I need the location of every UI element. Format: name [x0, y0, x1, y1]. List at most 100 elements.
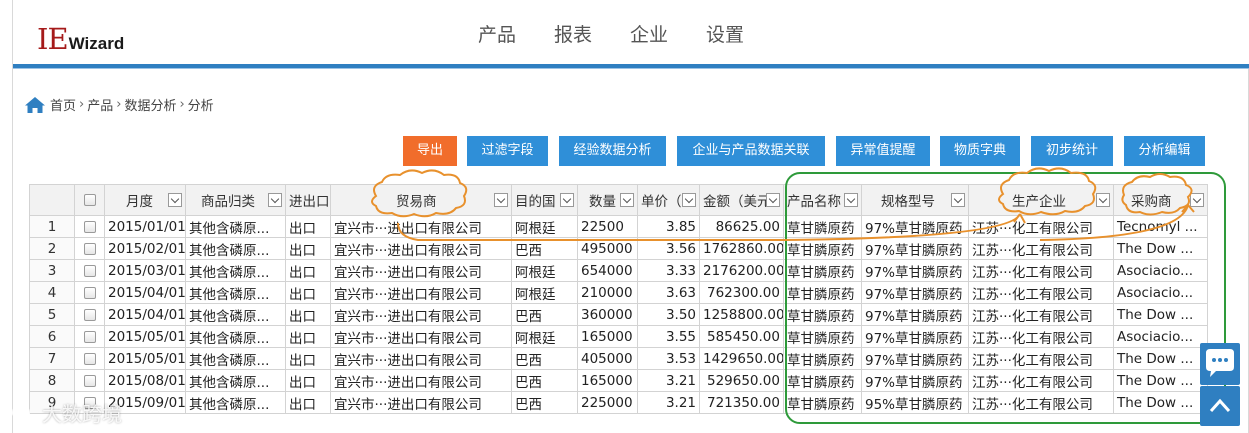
row-select-cell[interactable] — [74, 303, 105, 326]
table-row[interactable]: 7 2015/05/01 其他含磷原... 出口 宜兴市···进出口有限公司 巴西 4050… — [29, 347, 1208, 370]
cell-unit-price: 3.56 — [637, 237, 700, 260]
substance-dictionary-button[interactable]: 物质字典 — [940, 136, 1020, 166]
header-buyer[interactable]: 采购商 — [1113, 184, 1208, 216]
cell-destination: 巴西 — [511, 237, 578, 260]
chevron-down-icon[interactable] — [560, 193, 574, 207]
cell-manufacturer: 江苏···化工有限公司 — [968, 237, 1114, 260]
empirical-analysis-button[interactable]: 经验数据分析 — [559, 136, 666, 166]
chevron-down-icon[interactable] — [268, 193, 282, 207]
cell-destination: 阿根廷 — [511, 215, 578, 238]
breadcrumb-data-analysis[interactable]: 数据分析 — [124, 95, 176, 114]
table-row[interactable]: 1 2015/01/01 其他含磷原... 出口 宜兴市···进出口有限公司 阿根廷 225… — [29, 215, 1208, 238]
cell-buyer: Tecnomyl ... — [1113, 215, 1208, 238]
row-select-cell[interactable] — [74, 325, 105, 348]
chevron-down-icon[interactable] — [168, 193, 182, 207]
cell-unit-price: 3.55 — [637, 325, 700, 348]
export-button[interactable]: 导出 — [403, 136, 457, 166]
row-checkbox[interactable] — [83, 374, 96, 387]
chevron-down-icon[interactable] — [844, 193, 858, 207]
breadcrumb-products[interactable]: 产品 — [87, 95, 113, 114]
row-checkbox[interactable] — [83, 220, 96, 233]
header-manufacturer[interactable]: 生产企业 — [968, 184, 1114, 216]
chevron-down-icon[interactable] — [682, 193, 696, 207]
header-destination[interactable]: 目的国 — [511, 184, 578, 216]
row-checkbox[interactable] — [83, 264, 96, 277]
cell-month: 2015/01/01 — [104, 215, 186, 238]
preliminary-stats-button[interactable]: 初步统计 — [1031, 136, 1113, 166]
analysis-edit-button[interactable]: 分析编辑 — [1124, 136, 1205, 166]
chevron-down-icon[interactable] — [1190, 193, 1204, 207]
table-row[interactable]: 8 2015/08/01 其他含磷原... 出口 宜兴市···进出口有限公司 巴西 1650… — [29, 369, 1208, 392]
table-row[interactable]: 4 2015/04/01 其他含磷原... 出口 宜兴市···进出口有限公司 阿根廷 210… — [29, 281, 1208, 304]
header-rownum — [29, 184, 75, 216]
cell-quantity: 165000 — [577, 369, 638, 392]
table-row[interactable]: 6 2015/05/01 其他含磷原... 出口 宜兴市···进出口有限公司 阿根廷 165… — [29, 325, 1208, 348]
back-to-top-button[interactable] — [1200, 386, 1240, 426]
cell-trader: 宜兴市···进出口有限公司 — [330, 303, 512, 326]
nav-companies[interactable]: 企业 — [630, 20, 668, 47]
header-spec[interactable]: 规格型号 — [861, 184, 969, 216]
row-select-cell[interactable] — [74, 259, 105, 282]
header-category[interactable]: 商品归类 — [185, 184, 286, 216]
company-product-link-button[interactable]: 企业与产品数据关联 — [677, 136, 825, 166]
row-checkbox[interactable] — [83, 352, 96, 365]
header-amount[interactable]: 金额（美元 — [699, 184, 784, 216]
cell-quantity: 495000 — [577, 237, 638, 260]
chevron-down-icon[interactable] — [766, 193, 780, 207]
cell-buyer: Asociacio... — [1113, 325, 1208, 348]
row-select-cell[interactable] — [74, 369, 105, 392]
header-quantity[interactable]: 数量 — [577, 184, 638, 216]
header-month[interactable]: 月度 — [104, 184, 186, 216]
header-import-export[interactable]: 进出口 — [285, 184, 331, 216]
row-checkbox[interactable] — [83, 330, 96, 343]
filter-fields-button[interactable]: 过滤字段 — [467, 136, 548, 166]
cell-destination: 阿根廷 — [511, 259, 578, 282]
table-row[interactable]: 9 2015/09/01 其他含磷原... 出口 宜兴市···进出口有限公司 巴西 2250… — [29, 391, 1208, 414]
chevron-down-icon[interactable] — [951, 193, 965, 207]
cell-category: 其他含磷原... — [185, 215, 286, 238]
table-row[interactable]: 3 2015/03/01 其他含磷原... 出口 宜兴市···进出口有限公司 阿根廷 654… — [29, 259, 1208, 282]
cell-manufacturer: 江苏···化工有限公司 — [968, 347, 1114, 370]
cell-manufacturer: 江苏···化工有限公司 — [968, 281, 1114, 304]
header-product-name[interactable]: 产品名称 — [783, 184, 862, 216]
chevron-down-icon[interactable] — [494, 193, 508, 207]
cell-manufacturer: 江苏···化工有限公司 — [968, 325, 1114, 348]
nav-reports[interactable]: 报表 — [554, 20, 592, 47]
cell-manufacturer: 江苏···化工有限公司 — [968, 259, 1114, 282]
header-select-all[interactable] — [74, 184, 105, 216]
row-checkbox[interactable] — [83, 286, 96, 299]
cell-category: 其他含磷原... — [185, 369, 286, 392]
cell-quantity: 405000 — [577, 347, 638, 370]
header-trader[interactable]: 贸易商 — [330, 184, 512, 216]
row-select-cell[interactable] — [74, 281, 105, 304]
table-row[interactable]: 5 2015/04/01 其他含磷原... 出口 宜兴市···进出口有限公司 巴西 3600… — [29, 303, 1208, 326]
nav-products[interactable]: 产品 — [478, 20, 516, 47]
logo[interactable]: IEWizard — [37, 22, 124, 56]
cell-buyer: Asociacio... — [1113, 259, 1208, 282]
cell-destination: 巴西 — [511, 391, 578, 414]
chevron-down-icon[interactable] — [1096, 193, 1110, 207]
chevron-down-icon[interactable] — [620, 193, 634, 207]
breadcrumb-home[interactable]: 首页 — [50, 95, 76, 114]
cell-quantity: 225000 — [577, 391, 638, 414]
cell-import-export: 出口 — [285, 347, 331, 370]
row-checkbox[interactable] — [83, 242, 96, 255]
row-select-cell[interactable] — [74, 215, 105, 238]
row-select-cell[interactable] — [74, 347, 105, 370]
cell-quantity: 165000 — [577, 325, 638, 348]
grid-body: 1 2015/01/01 其他含磷原... 出口 宜兴市···进出口有限公司 阿根廷 225… — [29, 215, 1208, 414]
cell-amount: 1258800.00 — [699, 303, 784, 326]
cell-month: 2015/04/01 — [104, 281, 186, 304]
anomaly-alert-button[interactable]: 异常值提醒 — [836, 136, 930, 166]
row-checkbox[interactable] — [83, 308, 96, 321]
table-row[interactable]: 2 2015/02/01 其他含磷原... 出口 宜兴市···进出口有限公司 巴西 4950… — [29, 237, 1208, 260]
grid-header-row: 月度 商品归类 进出口 贸易商 目的国 数量 单价（ 金额（美元 产品名称 规格… — [29, 184, 1208, 216]
row-select-cell[interactable] — [74, 237, 105, 260]
select-all-checkbox[interactable] — [83, 194, 96, 206]
nav-settings[interactable]: 设置 — [706, 20, 744, 47]
home-icon[interactable] — [24, 96, 46, 114]
cell-trader: 宜兴市···进出口有限公司 — [330, 215, 512, 238]
header-unit-price[interactable]: 单价（ — [637, 184, 700, 216]
cell-buyer: The Dow ... — [1113, 303, 1208, 326]
chat-widget[interactable] — [1200, 343, 1240, 385]
